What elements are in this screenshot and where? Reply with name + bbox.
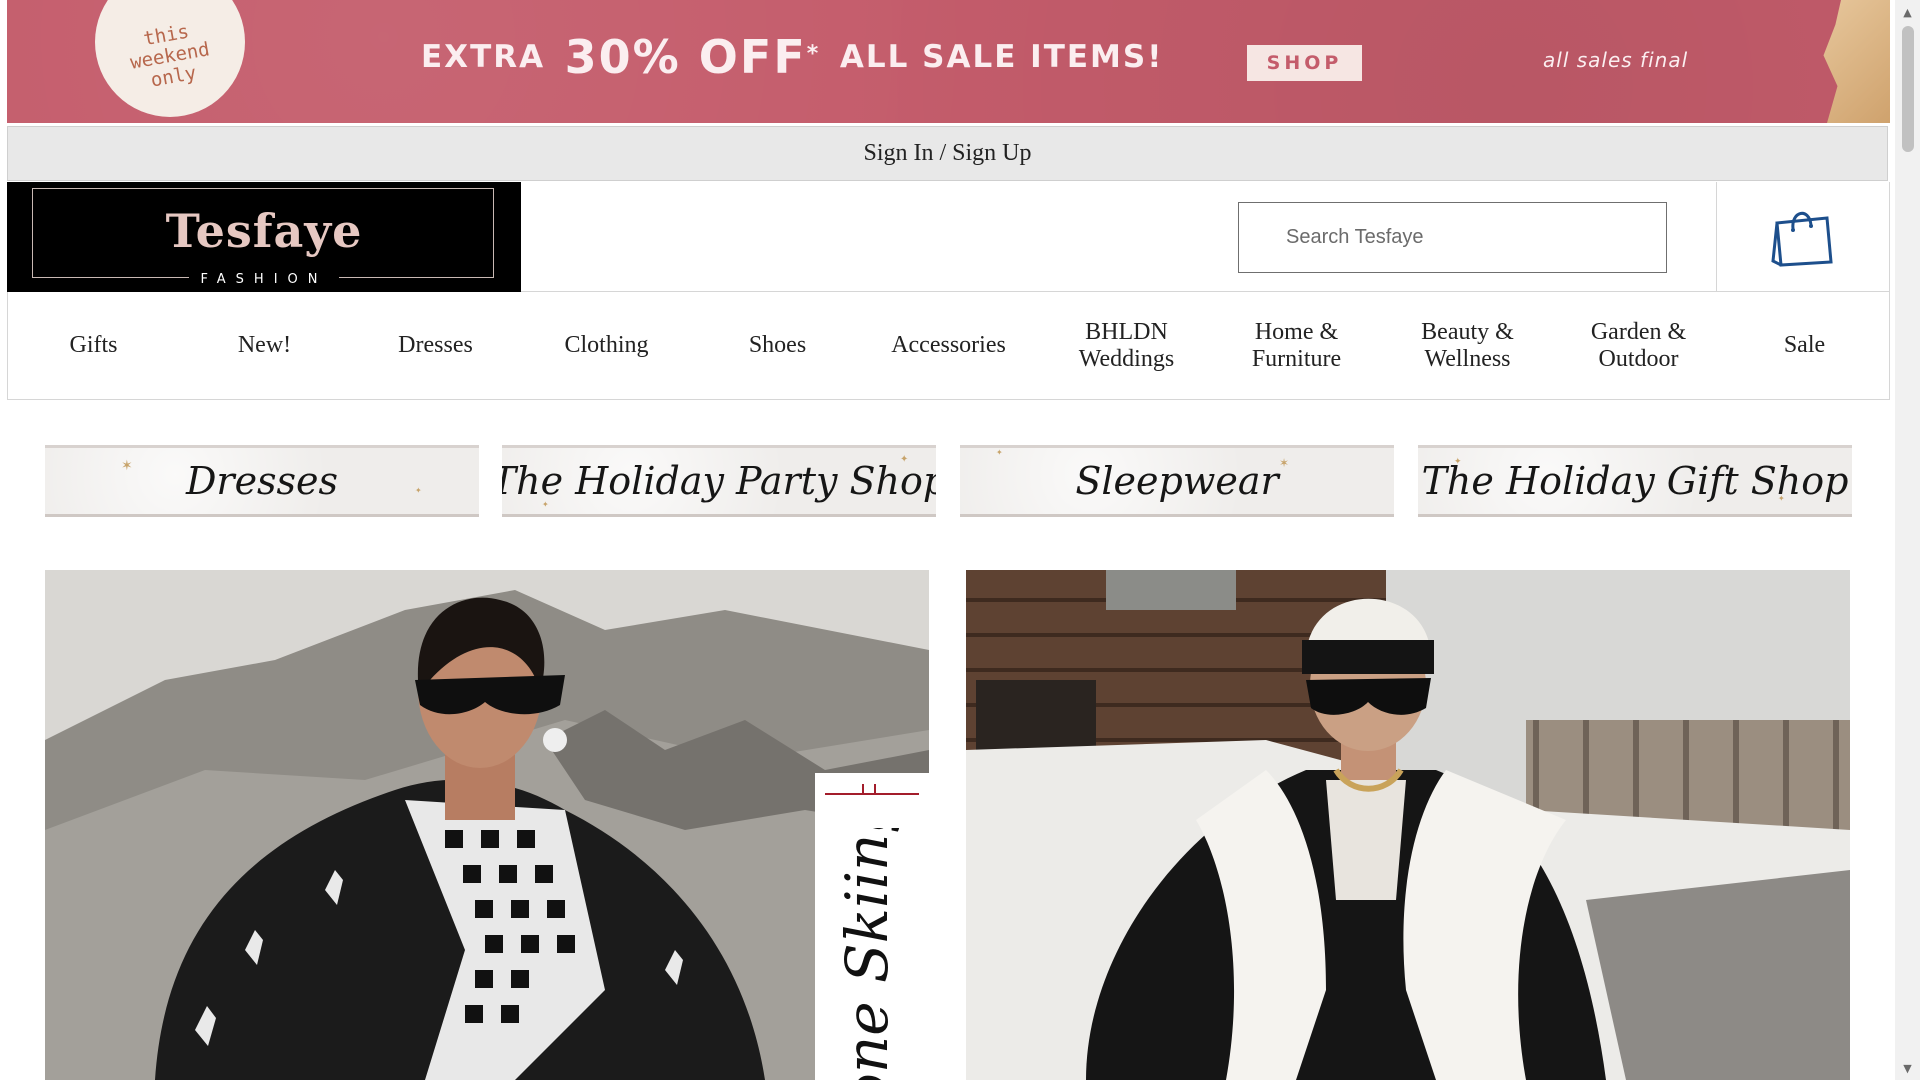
promo-banner[interactable]: this weekend only EXTRA 30% OFF* ALL SAL…: [7, 0, 1890, 123]
promo-suffix: ALL SALE ITEMS!: [839, 39, 1164, 75]
sparkle-decoration: ✶: [121, 459, 133, 474]
hero-left-ski-jacket[interactable]: one Skiing: [45, 570, 929, 1080]
scroll-thumb[interactable]: [1902, 26, 1914, 152]
tile-label: The Holiday Party Shop: [502, 459, 936, 503]
hero-left-ribbon: one Skiing: [815, 773, 929, 1080]
tile-dresses[interactable]: ✶ ✦ Dresses: [45, 445, 479, 517]
nav-gifts[interactable]: Gifts: [8, 292, 179, 399]
tile-sleepwear[interactable]: ✶ ✦ Sleepwear: [960, 445, 1394, 517]
ribbon-title: one Skiing: [833, 828, 901, 1080]
nav-shoes[interactable]: Shoes: [692, 292, 863, 399]
logo-subtitle: FASHION: [189, 272, 339, 287]
shop-sale-button[interactable]: SHOP: [1247, 45, 1362, 81]
main-nav: Gifts New! Dresses Clothing Shoes Access…: [7, 292, 1890, 400]
promo-prefix: EXTRA: [421, 39, 546, 75]
nav-bhldn-weddings[interactable]: BHLDN Weddings: [1044, 292, 1209, 399]
sparkle-decoration: ✶: [1279, 456, 1290, 470]
sparkle-decoration: ✦: [996, 448, 1003, 457]
sparkle-decoration: ✦: [900, 454, 909, 465]
cart-divider: [1716, 182, 1717, 292]
badge-text: this weekend only: [128, 20, 212, 91]
tile-holiday-gift-shop[interactable]: ✦ ✦ The Holiday Gift Shop: [1418, 445, 1852, 517]
sign-in-link[interactable]: Sign In: [863, 140, 933, 167]
search-input[interactable]: [1238, 202, 1667, 273]
promo-discount: 30% OFF*: [564, 30, 821, 84]
tile-label: Dresses: [185, 459, 339, 503]
hero-right-image: [966, 570, 1850, 1080]
tile-label: Sleepwear: [1075, 459, 1279, 503]
nav-accessories[interactable]: Accessories: [863, 292, 1034, 399]
nav-new[interactable]: New!: [179, 292, 350, 399]
scroll-down-arrow-icon[interactable]: ▼: [1895, 1056, 1920, 1080]
page-scrollbar[interactable]: ▲ ▼: [1895, 0, 1920, 1080]
nav-clothing[interactable]: Clothing: [521, 292, 692, 399]
torn-paper-decoration: [1823, 0, 1890, 123]
nav-garden-outdoor[interactable]: Garden & Outdoor: [1556, 292, 1721, 399]
scroll-up-arrow-icon[interactable]: ▲: [1895, 0, 1920, 24]
logo-wordmark: Tesfaye: [165, 204, 363, 258]
brand-logo[interactable]: Tesfaye FASHION: [7, 182, 521, 292]
promo-disclaimer: all sales final: [1543, 48, 1689, 72]
nav-beauty-wellness[interactable]: Beauty & Wellness: [1385, 292, 1550, 399]
shopping-bag-icon[interactable]: [1771, 205, 1837, 267]
hero-right-shearling-jacket[interactable]: [966, 570, 1850, 1080]
sparkle-decoration: ✦: [1454, 456, 1462, 466]
site-header: Tesfaye FASHION: [7, 182, 1890, 292]
nav-dresses[interactable]: Dresses: [350, 292, 521, 399]
promo-asterisk: *: [806, 41, 821, 67]
weekend-badge: this weekend only: [95, 0, 245, 117]
page: this weekend only EXTRA 30% OFF* ALL SAL…: [7, 0, 1890, 1080]
sparkle-decoration: ✦: [1778, 494, 1785, 503]
sign-up-link[interactable]: Sign Up: [952, 140, 1031, 167]
nav-home-furniture[interactable]: Home & Furniture: [1214, 292, 1379, 399]
hero-left-image: [45, 570, 929, 1080]
promo-headline: EXTRA 30% OFF* ALL SALE ITEMS!: [421, 30, 1163, 84]
tile-holiday-party-shop[interactable]: ✦ ✦ The Holiday Party Shop: [502, 445, 936, 517]
ribbon-rule: [825, 793, 919, 795]
sparkle-decoration: ✦: [542, 500, 549, 509]
sparkle-decoration: ✦: [415, 486, 422, 495]
account-separator: /: [939, 140, 947, 166]
account-bar: Sign In / Sign Up: [7, 126, 1888, 181]
nav-sale[interactable]: Sale: [1719, 292, 1890, 399]
